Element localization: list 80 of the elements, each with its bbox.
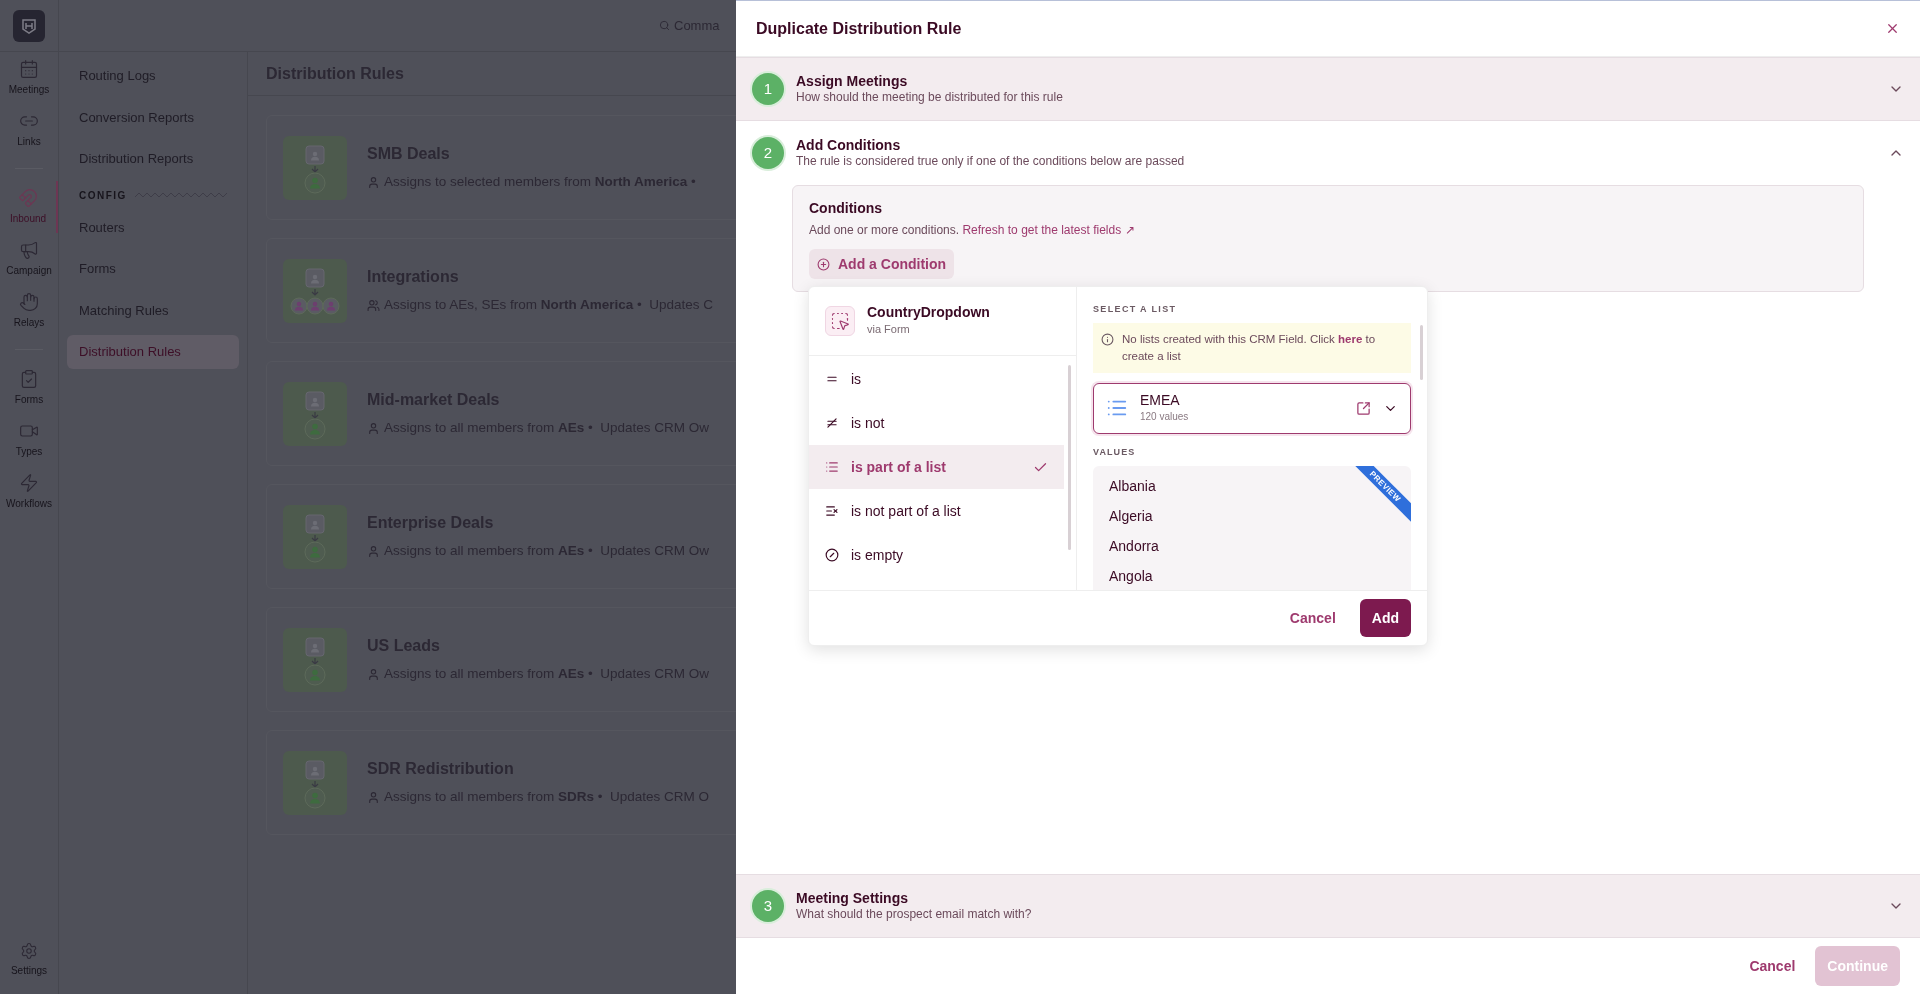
section-heading: SELECT A LIST <box>1093 303 1178 316</box>
value-item: Algeria <box>1109 508 1153 524</box>
clipboard-icon <box>19 369 39 389</box>
rail-item[interactable]: Relays <box>0 285 58 337</box>
step-header[interactable]: 3 Meeting Settings What should the prospect email match with? <box>736 874 1920 938</box>
open-link-icon[interactable] <box>1356 400 1371 416</box>
scrollbar[interactable] <box>1420 325 1423 380</box>
form-field-icon <box>825 306 855 336</box>
list-cross-icon <box>825 504 839 518</box>
app-logo[interactable] <box>13 9 45 42</box>
scrollbar[interactable] <box>1068 365 1071 550</box>
section-heading: CONFIG <box>79 188 127 203</box>
rail-item[interactable]: Inbound <box>0 181 58 233</box>
user-icon <box>367 176 380 189</box>
subnav-item[interactable]: Distribution Rules <box>67 335 239 369</box>
magnet-icon <box>18 188 38 208</box>
routing-icon <box>283 750 347 815</box>
field-name: CountryDropdown <box>867 304 990 322</box>
step-subtitle: How should the meeting be distributed for this rule <box>796 90 1064 105</box>
step-number: 1 <box>752 73 784 105</box>
routing-icon <box>283 627 347 692</box>
add-condition-button[interactable]: Add a Condition <box>809 249 955 279</box>
calendar-icon <box>19 59 39 79</box>
not-equal-icon <box>825 416 839 430</box>
list-icon <box>825 460 839 474</box>
routing-icon <box>283 258 347 323</box>
routing-icon <box>283 504 347 569</box>
megaphone-icon <box>19 240 39 260</box>
user-icon <box>367 791 380 804</box>
step-subtitle: What should the prospect email match with? <box>796 907 1033 922</box>
plus-circle-icon <box>817 257 830 271</box>
operator-option[interactable]: is not part of a list <box>809 489 1064 533</box>
list-name: EMEA <box>1140 392 1181 409</box>
step-title: Meeting Settings <box>796 890 909 907</box>
list-select[interactable]: EMEA 120 values <box>1093 382 1411 434</box>
routing-icon <box>283 381 347 446</box>
value-count: 120 values <box>1140 410 1190 424</box>
operator-option[interactable]: is part of a list <box>809 445 1064 489</box>
cancel-button[interactable]: Cancel <box>1281 607 1344 629</box>
info-icon <box>1101 332 1114 346</box>
user-icon <box>367 545 380 558</box>
value-item: Andorra <box>1109 538 1159 554</box>
value-item: Albania <box>1109 478 1156 494</box>
rail-item[interactable]: Workflows <box>0 466 58 518</box>
create-list-link[interactable]: here <box>1338 332 1363 345</box>
section-heading: VALUES <box>1093 445 1137 459</box>
rail-item[interactable]: Campaign <box>0 233 58 285</box>
close-icon[interactable] <box>1885 21 1900 36</box>
notice-text: No lists created with this CRM Field. Click here to create a list <box>1122 331 1377 364</box>
value-item: Angola <box>1109 568 1153 584</box>
search-icon <box>659 20 670 31</box>
step-header[interactable]: 1 Assign Meetings How should the meeting be distributed for this rule <box>736 57 1920 121</box>
rail-item[interactable]: Forms <box>0 362 58 414</box>
field-source: via Form <box>867 322 911 338</box>
operator-option[interactable]: is not <box>809 401 1064 445</box>
conditions-hint: Add one or more conditions. <box>809 223 961 237</box>
settings-icon <box>20 942 38 960</box>
operator-option[interactable]: is <box>809 357 1064 401</box>
add-button[interactable]: Add <box>1359 599 1411 637</box>
routing-icon <box>283 135 347 200</box>
conditions-title: Conditions <box>809 199 884 218</box>
step-number: 3 <box>752 890 784 922</box>
step-title: Add Conditions <box>796 137 902 154</box>
rail-item[interactable]: Meetings <box>0 52 58 104</box>
operator-option[interactable]: is empty <box>809 533 1064 577</box>
rail-item[interactable]: Types <box>0 414 58 466</box>
users-icon <box>367 299 380 312</box>
step-title: Assign Meetings <box>796 73 909 90</box>
lightning-icon <box>19 473 39 493</box>
cancel-button[interactable]: Cancel <box>1749 955 1796 977</box>
step-subtitle: The rule is considered true only if one of the conditions below are passed <box>796 154 1186 169</box>
user-icon <box>367 422 380 435</box>
hand-icon <box>19 292 39 312</box>
step-number: 2 <box>752 137 784 169</box>
refresh-link[interactable]: Refresh to get the latest fields ↗ <box>962 223 1135 237</box>
empty-set-icon <box>825 548 839 562</box>
modal-title: Duplicate Distribution Rule <box>756 18 963 39</box>
settings-rail-item[interactable]: Settings <box>10 942 48 978</box>
user-icon <box>367 668 380 681</box>
rail-item[interactable]: Links <box>0 104 58 156</box>
